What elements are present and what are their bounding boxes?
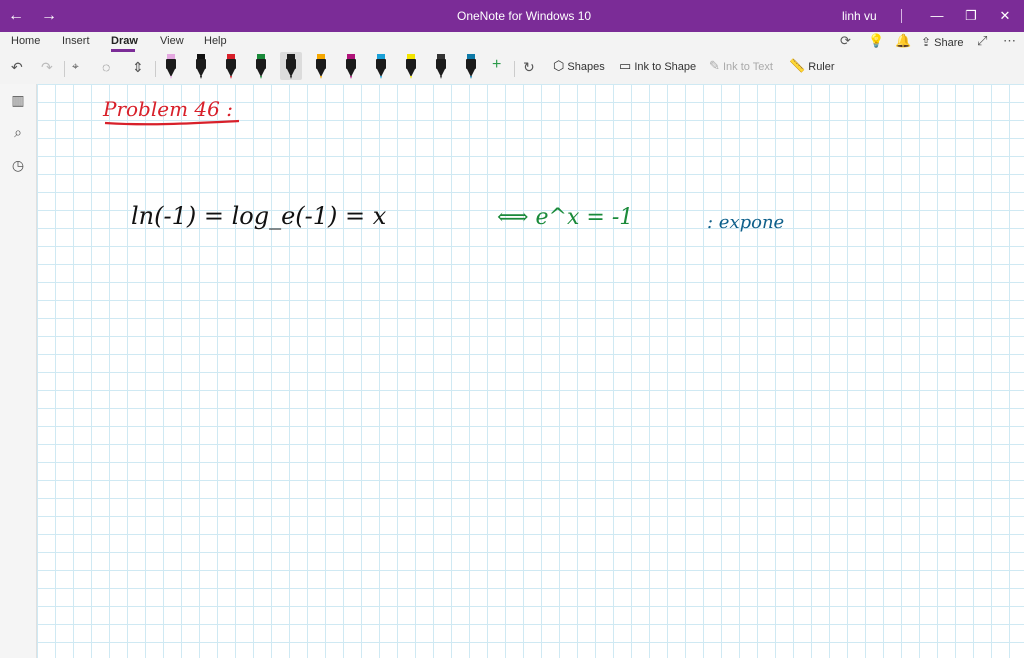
ruler-icon: 📏 [789,58,806,73]
title-separator [901,9,902,23]
ink-to-shape-label: Ink to Shape [634,61,697,73]
ink-to-shape-button[interactable]: ▭ Ink to Shape [619,58,696,74]
shapes-button[interactable]: ⬡ Shapes [553,58,605,74]
left-nav: ▥ ⌕ ◷ [0,84,37,658]
pen-1-icon[interactable] [160,52,182,80]
shapes-icon: ⬡ [553,58,565,73]
ink-replay-icon[interactable]: ↻ [523,59,535,76]
tab-view[interactable]: View [160,35,184,47]
pen-2-icon[interactable] [190,52,212,80]
search-icon[interactable]: ⌕ [9,124,27,142]
ink-to-text-button[interactable]: ✎ Ink to Text [709,58,773,74]
tab-help[interactable]: Help [204,35,227,47]
minimize-button[interactable]: — [922,6,952,26]
svg-text:⟺ e^x = -1: ⟺ e^x = -1 [497,205,633,230]
fullscreen-icon[interactable]: ⤢ [977,33,987,49]
forward-arrow-icon[interactable]: → [36,6,62,26]
pen-11-icon[interactable] [460,52,482,80]
lasso-select-icon[interactable]: ⌖ [72,59,79,74]
ink-to-text-label: Ink to Text [722,61,773,73]
share-button[interactable]: ⇪ Share [921,35,963,49]
user-name[interactable]: linh vu [842,0,877,32]
tab-draw[interactable]: Draw [111,35,138,47]
share-icon: ⇪ [921,35,932,49]
ink-to-text-icon: ✎ [709,58,720,73]
pen-5-icon[interactable] [280,52,302,80]
ink-to-shape-icon: ▭ [619,58,632,73]
ink-equation: ln(-1) = log_e(-1) = x [131,202,387,230]
toolbar-divider [514,61,515,77]
window-title: OneNote for Windows 10 [457,9,592,23]
toolbar-divider [64,61,65,77]
share-label: Share [934,37,964,49]
shapes-label: Shapes [567,61,605,73]
ruler-button[interactable]: 📏 Ruler [789,58,835,74]
pen-6-icon[interactable] [310,52,332,80]
svg-text:: expone: : expone [707,212,784,233]
close-button[interactable]: ✕ [990,6,1020,26]
svg-text:Problem 46 :: Problem 46 : [102,97,233,121]
more-options-icon[interactable]: ⋯ [1003,33,1016,49]
undo-icon[interactable]: ↶ [11,59,23,76]
tab-insert[interactable]: Insert [62,35,90,47]
pen-8-icon[interactable] [370,52,392,80]
redo-icon[interactable]: ↷ [41,59,53,76]
restore-button[interactable]: ❐ [956,6,986,26]
recent-icon[interactable]: ◷ [9,157,27,175]
ink-comment: : expone [707,212,784,233]
toolbar-divider [155,61,156,77]
ink-equivalence: ⟺ e^x = -1 [497,205,633,230]
ink-heading: Problem 46 : [102,97,240,126]
ribbon: Home Insert Draw View Help ⟳ 💡 🔔 ⇪ Share… [0,32,1024,84]
lightbulb-icon[interactable]: 💡 [868,33,884,49]
pen-9-icon[interactable] [400,52,422,80]
title-bar: ← → OneNote for Windows 10 linh vu — ❐ ✕ [0,0,1024,32]
ruler-label: Ruler [808,61,835,73]
tab-home[interactable]: Home [11,35,40,47]
pen-10-icon[interactable] [430,52,452,80]
bell-icon[interactable]: 🔔 [895,33,911,49]
add-pen-icon[interactable]: + [492,56,501,74]
insert-space-icon[interactable]: ⇕ [132,59,144,76]
sync-icon[interactable]: ⟳ [840,33,851,49]
svg-text:ln(-1) = log_e(-1) = x: ln(-1) = log_e(-1) = x [131,202,387,230]
pen-4-icon[interactable] [250,52,272,80]
back-arrow-icon[interactable]: ← [3,6,29,26]
pen-7-icon[interactable] [340,52,362,80]
pen-3-icon[interactable] [220,52,242,80]
add-space-icon[interactable]: ◌ [102,59,110,75]
notebooks-icon[interactable]: ▥ [9,92,27,110]
draw-toolbar: ↶ ↷ ⌖ ◌ ⇕ + ↻ ⬡ Shapes ▭ Ink to Shape ✎ … [0,52,1024,84]
note-canvas[interactable]: Problem 46 : ln(-1) = log_e(-1) = x ⟺ e^… [37,84,1024,658]
